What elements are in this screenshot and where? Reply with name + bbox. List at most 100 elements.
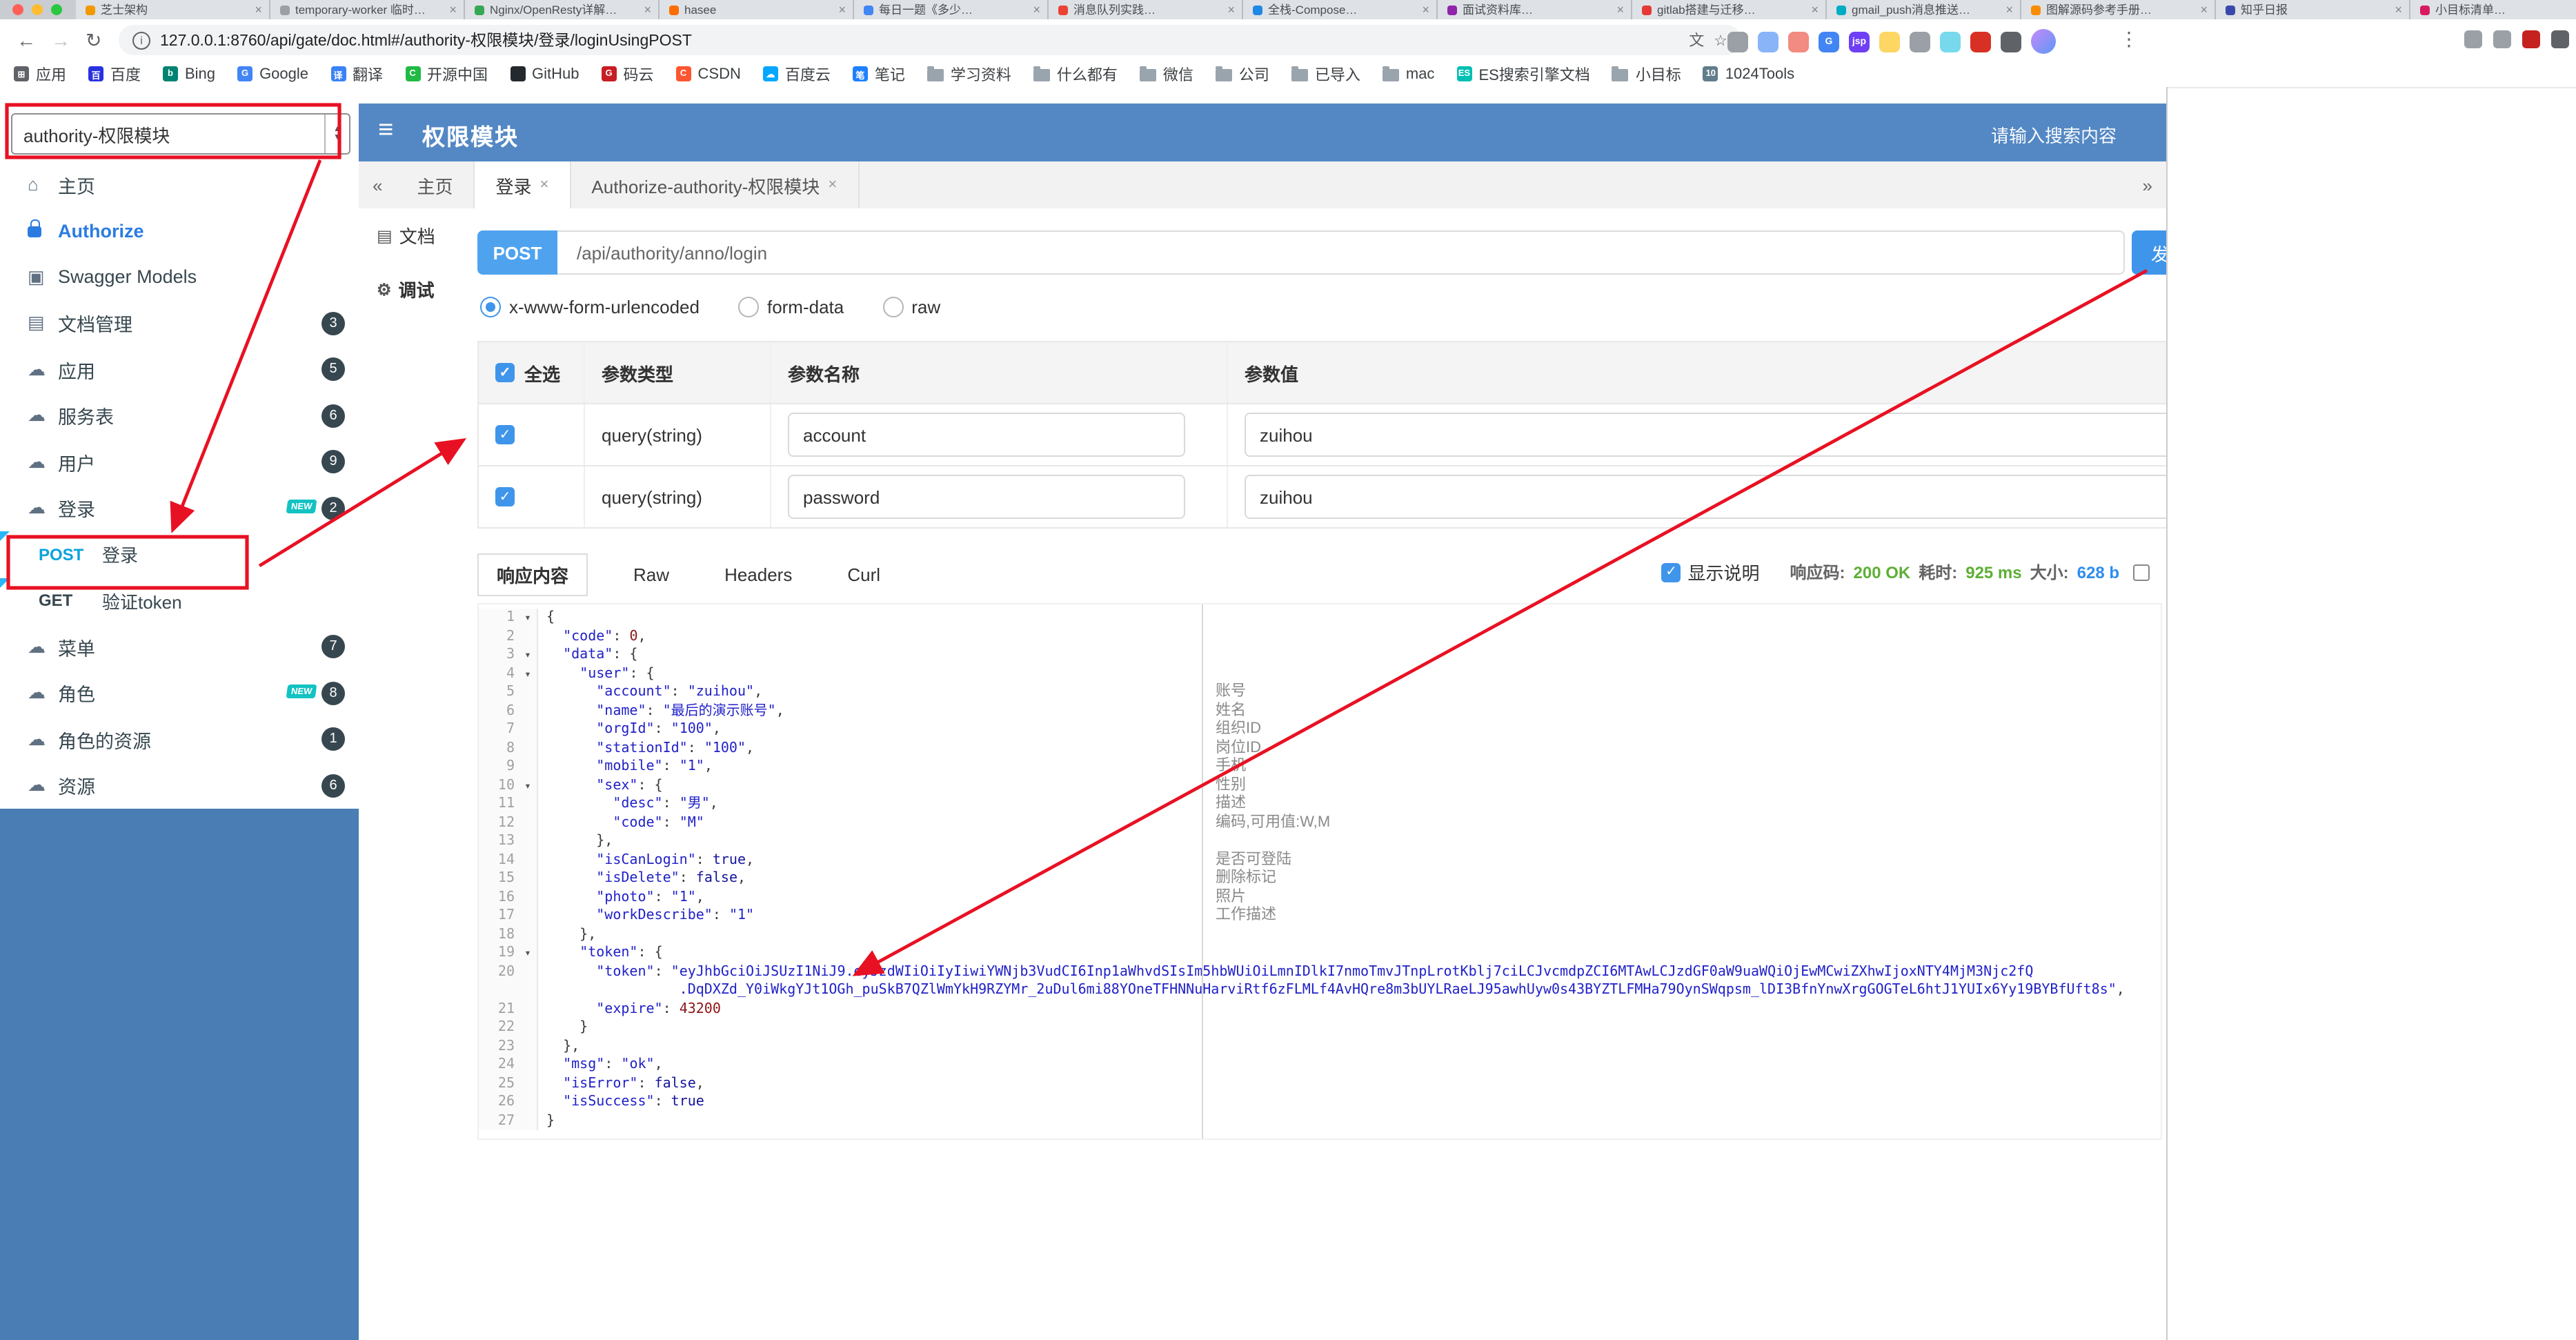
sidebar-item-资源[interactable]: ☁ 资源 6 [0,762,359,809]
sidebar-item-角色的资源[interactable]: ☁ 角色的资源 1 [0,716,359,762]
response-tab-Headers[interactable]: Headers [706,558,810,592]
extension-icon[interactable] [1970,31,1991,52]
tab-close-icon[interactable]: × [828,177,837,193]
extension-icon[interactable]: jsp [1849,31,1870,52]
tab-close-icon[interactable]: × [1227,3,1235,17]
browser-tab[interactable]: gmail_push消息推送… × [1827,0,2021,19]
sidebar-item-菜单[interactable]: ☁ 菜单 7 [0,624,359,670]
content-tab-主页[interactable]: 主页 [396,161,475,208]
sidebar-item-Swagger Models[interactable]: ▣ Swagger Models [0,254,359,300]
browser-tab[interactable]: 知乎日报 × [2216,0,2410,19]
browser-tab[interactable]: temporary-worker 临时… × [270,0,465,19]
param-name-input[interactable]: password [788,475,1185,519]
extension-icon[interactable] [1879,31,1900,52]
tab-close-icon[interactable]: × [2005,3,2013,17]
tab-close-icon[interactable]: × [540,177,549,193]
fold-icon[interactable]: ▾ [519,609,538,627]
bookmark-item[interactable]: 笔笔记 [852,63,905,85]
tab-close-icon[interactable]: × [449,3,457,17]
response-tab-响应内容[interactable]: 响应内容 [477,553,588,596]
browser-tab[interactable]: 芝士架构 × [76,0,270,19]
bookmark-item[interactable]: C 开源中国 [405,63,488,85]
back-icon[interactable]: ← [17,28,36,52]
radio-icon[interactable] [882,297,904,317]
extension-icon[interactable] [1727,31,1748,52]
bookmark-star-icon[interactable]: ☆ [1714,31,1727,49]
sidebar-item-角色[interactable]: ☁ 角色 NEW 8 [0,670,359,716]
tab-close-icon[interactable]: × [1033,3,1040,17]
tabs-expand-icon[interactable]: » [2129,175,2166,195]
url-text[interactable]: 127.0.0.1:8760/api/gate/doc.html#/author… [160,29,1679,51]
bookmark-item[interactable]: ☁ 百度云 [762,63,831,85]
bookmark-item[interactable]: mac [1382,66,1434,82]
checkbox-icon[interactable]: ✓ [495,425,515,444]
browser-tab[interactable]: hasee × [660,0,854,19]
extension-icon[interactable] [2001,31,2021,52]
browser-tab[interactable]: 图解源码参考手册… × [2021,0,2216,19]
tab-close-icon[interactable]: × [838,3,846,17]
tab-close-icon[interactable]: × [644,3,651,17]
bookmark-item[interactable]: 百百度 [88,63,141,85]
fold-icon[interactable]: ▾ [519,776,538,795]
content-tab-Authorize-authority-权限模块[interactable]: Authorize-authority-权限模块 × [571,161,860,208]
browser-tab[interactable]: Nginx/OpenResty详解… × [465,0,660,19]
tab-close-icon[interactable]: × [2395,3,2402,17]
param-value-input[interactable]: zuihou [1245,475,2166,519]
response-editor[interactable]: 1 ▾{2 "code": 0, 3 ▾ "data": {4 ▾ "user": {5… [477,603,2162,1140]
bookmark-item[interactable]: G 码云 [601,63,654,85]
tab-close-icon[interactable]: × [2200,3,2208,17]
address-bar[interactable]: i 127.0.0.1:8760/api/gate/doc.html#/auth… [119,25,1741,55]
sidebar-item-登录[interactable]: ☁ 登录 NEW 2 [0,485,359,531]
tab-close-icon[interactable]: × [1616,3,1624,17]
fold-icon[interactable]: ▾ [519,664,538,683]
body-type-radio-raw[interactable]: raw [882,297,940,317]
bookmark-item[interactable]: G Google [237,66,308,82]
bookmark-item[interactable]: 什么都有 [1033,63,1118,85]
browser-tab[interactable]: 全栈-Compose… × [1243,0,1438,19]
tabs-collapse-icon[interactable]: « [359,175,396,195]
bookmark-item[interactable]: C CSDN [675,66,741,82]
select-stepper-icon[interactable]: ▲ ▼ [324,115,349,153]
param-value-input[interactable]: zuihou [1245,413,2166,457]
response-tab-Curl[interactable]: Curl [829,558,898,592]
sidebar-item-Authorize[interactable]: Authorize [0,208,359,254]
bookmark-item[interactable]: 10 1024Tools [1703,66,1794,82]
fold-icon[interactable]: ▾ [519,646,538,664]
bookmark-item[interactable]: GitHub [510,66,579,82]
tab-close-icon[interactable]: × [1422,3,1429,17]
body-type-radio-form-data[interactable]: form-data [737,297,844,317]
project-select[interactable]: authority-权限模块 ▲ ▼ [11,113,350,155]
bookmark-item[interactable]: 已导入 [1291,63,1360,85]
checkbox-icon[interactable]: ✓ [495,363,515,382]
sidebar-api-GET-验证token[interactable]: GET 验证token [0,578,359,624]
maximize-window-icon[interactable] [51,4,62,15]
profile-avatar[interactable] [2031,29,2056,54]
extension-icon[interactable]: G [1819,31,1839,52]
browser-tab[interactable]: gitlab搭建与迁移… × [1632,0,1827,19]
sidebar-item-用户[interactable]: ☁ 用户 9 [0,439,359,485]
send-button[interactable]: 发送 [2132,230,2166,275]
browser-tab[interactable]: 小目标清单…× [2410,0,2576,19]
translate-icon[interactable]: 文 [1689,29,1704,51]
radio-icon[interactable] [737,297,759,317]
extension-icon[interactable] [1758,31,1779,52]
response-tab-Raw[interactable]: Raw [615,558,687,592]
extension-icon[interactable] [1910,31,1930,52]
search-input[interactable]: 请输入搜索内容 [1991,121,2117,148]
radio-icon[interactable] [480,297,501,317]
sidebar-api-POST-登录[interactable]: POST 登录 [0,531,359,578]
browser-menu-icon[interactable]: ⋮ [2119,26,2139,51]
checkbox-icon[interactable]: ✓ [495,487,515,506]
sidebar-item-应用[interactable]: ☁ 应用 5 [0,346,359,393]
checkbox-icon[interactable]: ✓ [1661,562,1681,582]
show-description-toggle[interactable]: ✓ 显示说明 [1661,559,1760,585]
menu-toggle-icon[interactable]: ≡ [378,116,393,146]
window-controls[interactable] [0,0,76,19]
close-window-icon[interactable] [12,4,23,15]
body-type-radio-x-www-form-urlencoded[interactable]: x-www-form-urlencoded [480,297,700,317]
bookmark-item[interactable]: 公司 [1215,63,1269,85]
fullscreen-icon[interactable] [2133,564,2150,580]
extension-icon[interactable] [1788,31,1809,52]
browser-tab[interactable]: 面试资料库… × [1438,0,1632,19]
content-tab-登录[interactable]: 登录 × [475,161,571,208]
